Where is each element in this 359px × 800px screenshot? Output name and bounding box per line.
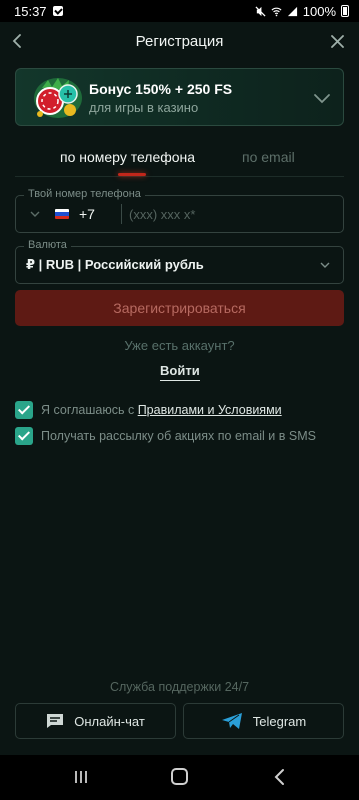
back-icon[interactable] [272,768,288,786]
terms-checkbox[interactable] [15,401,33,419]
phone-separator [121,204,122,224]
currency-field-label: Валюта [24,239,71,251]
casino-bonus-icon [34,78,82,118]
mute-icon [255,5,266,17]
currency-value: ₽ | RUB | Российский рубль [26,257,204,272]
chevron-down-icon [320,262,330,268]
back-button[interactable] [6,29,30,53]
status-time: 15:37 [14,3,47,19]
close-icon [330,34,344,48]
signal-icon [287,6,297,16]
tabs-divider [15,176,344,177]
battery-percent: 100% [302,3,336,19]
android-nav-bar [0,755,359,800]
chat-icon [47,714,64,728]
recent-apps-icon[interactable] [73,769,89,785]
battery-icon [341,5,349,17]
bonus-card[interactable]: Бонус 150% + 250 FS для игры в казино [15,68,344,126]
terms-text: Я соглашаюсь с Правилами и Условиями [41,403,282,417]
page-title: Регистрация [135,32,224,50]
terms-row: Я соглашаюсь с Правилами и Условиями [15,401,282,419]
terms-prefix: Я соглашаюсь с [41,403,138,417]
login-link[interactable]: Войти [160,363,200,381]
header: Регистрация [0,22,359,60]
online-chat-label: Онлайн-чат [74,713,145,729]
country-chevron-down-icon[interactable] [29,208,41,220]
phone-field-label: Твой номер телефона [24,188,145,200]
russia-flag-icon[interactable] [55,209,69,219]
register-button[interactable]: Зарегистрироваться [15,290,344,326]
bonus-subtitle: для игры в казино [89,100,199,115]
have-account-text: Уже есть аккаунт? [124,338,235,353]
country-code[interactable]: +7 [79,206,95,222]
currency-select[interactable]: Валюта ₽ | RUB | Российский рубль [15,239,344,284]
notification-check-icon [52,6,63,16]
home-icon[interactable] [171,768,188,785]
chevron-left-icon [12,34,21,48]
chevron-down-icon [314,94,330,104]
support-label: Служба поддержки 24/7 [109,680,250,694]
telegram-button[interactable]: Telegram [183,703,344,739]
newsletter-row: Получать рассылку об акциях по email и в… [15,427,316,445]
newsletter-text: Получать рассылку об акциях по email и в… [41,429,316,443]
bonus-title: Бонус 150% + 250 FS [89,81,233,97]
tab-phone[interactable]: по номеру телефона [60,149,195,165]
status-bar: 15:37 100% [0,0,359,22]
telegram-label: Telegram [252,713,307,729]
wifi-icon [271,7,282,16]
newsletter-checkbox[interactable] [15,427,33,445]
close-button[interactable] [325,29,349,53]
online-chat-button[interactable]: Онлайн-чат [15,703,176,739]
tab-email[interactable]: по email [242,149,295,165]
active-tab-indicator [118,173,146,176]
phone-input[interactable] [129,202,329,226]
terms-link[interactable]: Правилами и Условиями [138,403,282,417]
phone-field[interactable]: Твой номер телефона +7 [15,188,344,233]
telegram-icon [221,713,242,729]
